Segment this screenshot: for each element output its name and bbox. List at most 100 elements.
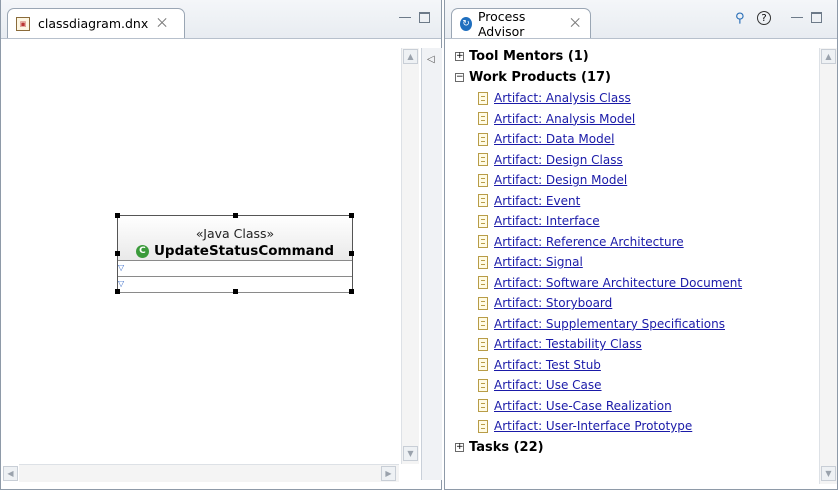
document-icon (478, 378, 488, 392)
tree-item: Artifact: Data Model (455, 129, 815, 150)
tree-item: Artifact: Signal (455, 252, 815, 273)
tree-item: Artifact: User-Interface Prototype (455, 416, 815, 437)
palette-collapsed-strip[interactable]: ◁ (421, 48, 442, 480)
collapse-icon[interactable]: − (455, 73, 464, 82)
advisor-tab[interactable]: ↻ Process Advisor ⨉ (451, 8, 591, 39)
help-icon[interactable]: ? (757, 11, 771, 25)
advisor-tab-bar: ↻ Process Advisor ⨉ ⚲ ? (445, 0, 837, 39)
artifact-link[interactable]: Artifact: Supplementary Specifications (494, 317, 725, 331)
tree-item: Artifact: Interface (455, 211, 815, 232)
document-icon (478, 419, 488, 433)
scroll-down-icon[interactable]: ▼ (403, 446, 418, 461)
tree-item: Artifact: Use-Case Realization (455, 396, 815, 417)
search-settings-icon[interactable]: ⚲ (735, 11, 745, 26)
attributes-compartment[interactable]: ▽ (118, 261, 352, 277)
editor-horizontal-scrollbar[interactable]: ◀ ▶ (3, 464, 399, 482)
class-shape[interactable]: «Java Class» C UpdateStatusCommand ▽ ▽ (115, 213, 354, 294)
document-icon (478, 276, 488, 290)
tree-group-label: Tool Mentors (1) (469, 49, 589, 64)
expand-icon[interactable]: + (455, 442, 464, 452)
tree-item: Artifact: Testability Class (455, 334, 815, 355)
selection-handle[interactable] (233, 289, 238, 294)
document-icon (478, 173, 488, 187)
selection-handle[interactable] (115, 213, 120, 218)
tree-item: Artifact: Analysis Model (455, 109, 815, 130)
palette-toggle-icon[interactable]: ◁ (427, 54, 435, 65)
scroll-right-icon[interactable]: ▶ (381, 466, 396, 481)
artifact-link[interactable]: Artifact: User-Interface Prototype (494, 419, 692, 433)
scroll-up-icon[interactable]: ▲ (403, 49, 418, 64)
document-icon (478, 132, 488, 146)
document-icon (478, 194, 488, 208)
java-class-icon: C (135, 244, 149, 258)
artifact-link[interactable]: Artifact: Use Case (494, 378, 602, 392)
maximize-icon[interactable] (811, 12, 822, 23)
selection-handle[interactable] (349, 213, 354, 218)
collapse-arrow-icon[interactable]: ▽ (118, 279, 124, 288)
tree-group[interactable]: + Tool Mentors (1) (455, 46, 815, 67)
artifact-link[interactable]: Artifact: Design Model (494, 173, 627, 187)
selection-handle[interactable] (349, 289, 354, 294)
artifact-link[interactable]: Artifact: Design Class (494, 153, 623, 167)
diagram-file-icon: ▣ (16, 16, 30, 31)
tree-item: Artifact: Use Case (455, 375, 815, 396)
editor-tab[interactable]: ▣ classdiagram.dnx ⨉ (7, 8, 185, 38)
tree-group-label: Work Products (17) (469, 70, 611, 85)
selection-handle[interactable] (349, 251, 354, 256)
diagram-editor-pane: ▣ classdiagram.dnx ⨉ «Java Class» C Upda… (0, 0, 442, 490)
artifact-link[interactable]: Artifact: Signal (494, 255, 583, 269)
selection-handle[interactable] (115, 289, 120, 294)
close-icon[interactable]: ⨉ (157, 16, 167, 31)
class-name: UpdateStatusCommand (153, 243, 335, 259)
document-icon (478, 317, 488, 331)
tree-item: Artifact: Supplementary Specifications (455, 314, 815, 335)
tree-group[interactable]: − Work Products (17) (455, 67, 815, 88)
artifact-link[interactable]: Artifact: Data Model (494, 132, 614, 146)
artifact-link[interactable]: Artifact: Reference Architecture (494, 235, 684, 249)
advisor-tab-title: Process Advisor (477, 8, 526, 39)
editor-vertical-scrollbar[interactable]: ▲ ▼ (401, 48, 419, 464)
class-header: «Java Class» C UpdateStatusCommand (118, 216, 352, 261)
document-icon (478, 112, 488, 126)
artifact-link[interactable]: Artifact: Use-Case Realization (494, 399, 672, 413)
class-stereotype: «Java Class» (195, 226, 275, 241)
scroll-left-icon[interactable]: ◀ (3, 466, 18, 481)
document-icon (478, 296, 488, 310)
scroll-down-icon[interactable]: ▼ (821, 466, 836, 481)
advisor-vertical-scrollbar[interactable]: ▲ ▼ (819, 48, 837, 484)
artifact-link[interactable]: Artifact: Event (494, 194, 580, 208)
tree-item: Artifact: Test Stub (455, 355, 815, 376)
tree-group[interactable]: + Tasks (22) (455, 437, 815, 458)
artifact-link[interactable]: Artifact: Interface (494, 214, 600, 228)
tree-item: Artifact: Design Class (455, 150, 815, 171)
tree-item: Artifact: Reference Architecture (455, 232, 815, 253)
document-icon (478, 153, 488, 167)
advisor-tree: + Tool Mentors (1) − Work Products (17) Arti… (455, 46, 815, 458)
editor-tab-title: classdiagram.dnx (38, 16, 149, 31)
maximize-icon[interactable] (419, 12, 430, 23)
expand-icon[interactable]: + (455, 52, 464, 61)
process-advisor-icon: ↻ (460, 16, 472, 31)
minimize-icon[interactable] (791, 12, 803, 18)
tree-item: Artifact: Analysis Class (455, 88, 815, 109)
document-icon (478, 358, 488, 372)
artifact-link[interactable]: Artifact: Testability Class (494, 337, 642, 351)
selection-handle[interactable] (115, 251, 120, 256)
artifact-link[interactable]: Artifact: Software Architecture Document (494, 276, 742, 290)
tree-item: Artifact: Storyboard (455, 293, 815, 314)
artifact-link[interactable]: Artifact: Storyboard (494, 296, 612, 310)
collapse-arrow-icon[interactable]: ▽ (118, 263, 124, 272)
artifact-link[interactable]: Artifact: Analysis Class (494, 91, 631, 105)
process-advisor-pane: ↻ Process Advisor ⨉ ⚲ ? + Tool Mentors (1… (444, 0, 838, 490)
document-icon (478, 255, 488, 269)
minimize-icon[interactable] (399, 12, 411, 18)
class-name-row: C UpdateStatusCommand (118, 243, 352, 259)
tree-item: Artifact: Event (455, 191, 815, 212)
artifact-link[interactable]: Artifact: Test Stub (494, 358, 601, 372)
diagram-canvas[interactable]: «Java Class» C UpdateStatusCommand ▽ ▽ (1, 39, 401, 463)
artifact-link[interactable]: Artifact: Analysis Model (494, 112, 635, 126)
tree-item: Artifact: Software Architecture Document (455, 273, 815, 294)
close-icon[interactable]: ⨉ (570, 16, 580, 31)
scroll-up-icon[interactable]: ▲ (821, 49, 836, 64)
selection-handle[interactable] (233, 213, 238, 218)
